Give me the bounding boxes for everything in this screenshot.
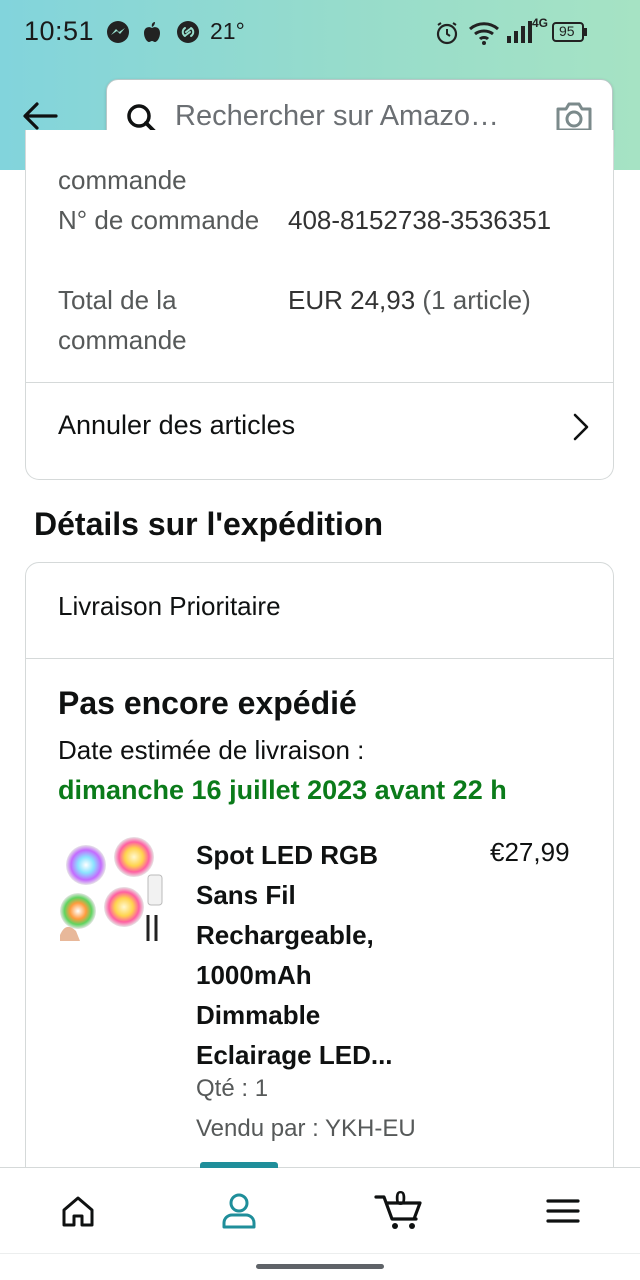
product-seller: Vendu par : YKH-EU <box>196 1115 416 1142</box>
status-bar: 10:51 21° 4G 95 <box>0 0 640 64</box>
order-total-value: EUR 24,93 <box>288 285 416 315</box>
nav-cart[interactable] <box>360 1168 440 1254</box>
bottom-navigation <box>0 1162 640 1254</box>
shazam-icon <box>176 20 200 49</box>
cancel-items-label: Annuler des articles <box>58 410 296 440</box>
shipping-details-title: Détails sur l'expédition <box>34 506 384 542</box>
status-temperature: 21° <box>210 18 245 44</box>
menu-icon <box>546 1199 580 1223</box>
gesture-bar[interactable] <box>256 1264 384 1269</box>
cart-count-badge: 0 <box>395 1188 407 1210</box>
delivery-estimate-label: Date estimée de livraison : <box>58 735 365 765</box>
order-number-value: 408-8152738-3536351 <box>288 205 552 235</box>
shipment-status: Pas encore expédié <box>58 685 357 721</box>
back-arrow-icon <box>23 102 58 130</box>
wifi-icon <box>468 20 500 51</box>
nav-account[interactable] <box>199 1168 279 1254</box>
messenger-icon <box>106 20 130 49</box>
battery-level: 95 <box>559 23 575 39</box>
product-name[interactable]: Spot LED RGB Sans Fil Rechargeable, 1000… <box>196 835 416 1075</box>
product-image[interactable] <box>56 835 170 949</box>
home-icon <box>62 1196 94 1227</box>
order-summary-card: commande N° de commande 408-8152738-3536… <box>25 130 614 480</box>
delivery-estimate-date: dimanche 16 juillet 2023 avant 22 h <box>58 775 507 805</box>
shipping-speed: Livraison Prioritaire <box>58 591 281 621</box>
product-quantity: Qté : 1 <box>196 1075 269 1102</box>
status-time: 10:51 <box>24 16 95 46</box>
order-date-label-tail: commande <box>58 165 187 195</box>
nav-home[interactable] <box>38 1168 118 1254</box>
product-price: €27,99 <box>490 837 570 867</box>
divider <box>26 658 613 659</box>
search-input[interactable]: Rechercher sur Amazo… <box>175 100 535 133</box>
order-total-label: Total de la commande <box>58 285 187 355</box>
chevron-right-icon <box>571 412 591 447</box>
order-total: EUR 24,93 (1 article) <box>288 280 598 320</box>
user-icon <box>222 1193 256 1229</box>
shipment-card: Livraison Prioritaire Pas encore expédié… <box>25 562 614 1202</box>
nav-menu[interactable] <box>523 1168 603 1254</box>
order-number-label: N° de commande <box>58 205 260 235</box>
signal-icon <box>506 20 534 49</box>
network-type: 4G <box>532 16 549 30</box>
alarm-icon <box>434 20 460 51</box>
order-total-items: (1 article) <box>422 285 531 315</box>
apple-icon <box>140 20 164 49</box>
cancel-items-button[interactable]: Annuler des articles <box>26 382 613 478</box>
